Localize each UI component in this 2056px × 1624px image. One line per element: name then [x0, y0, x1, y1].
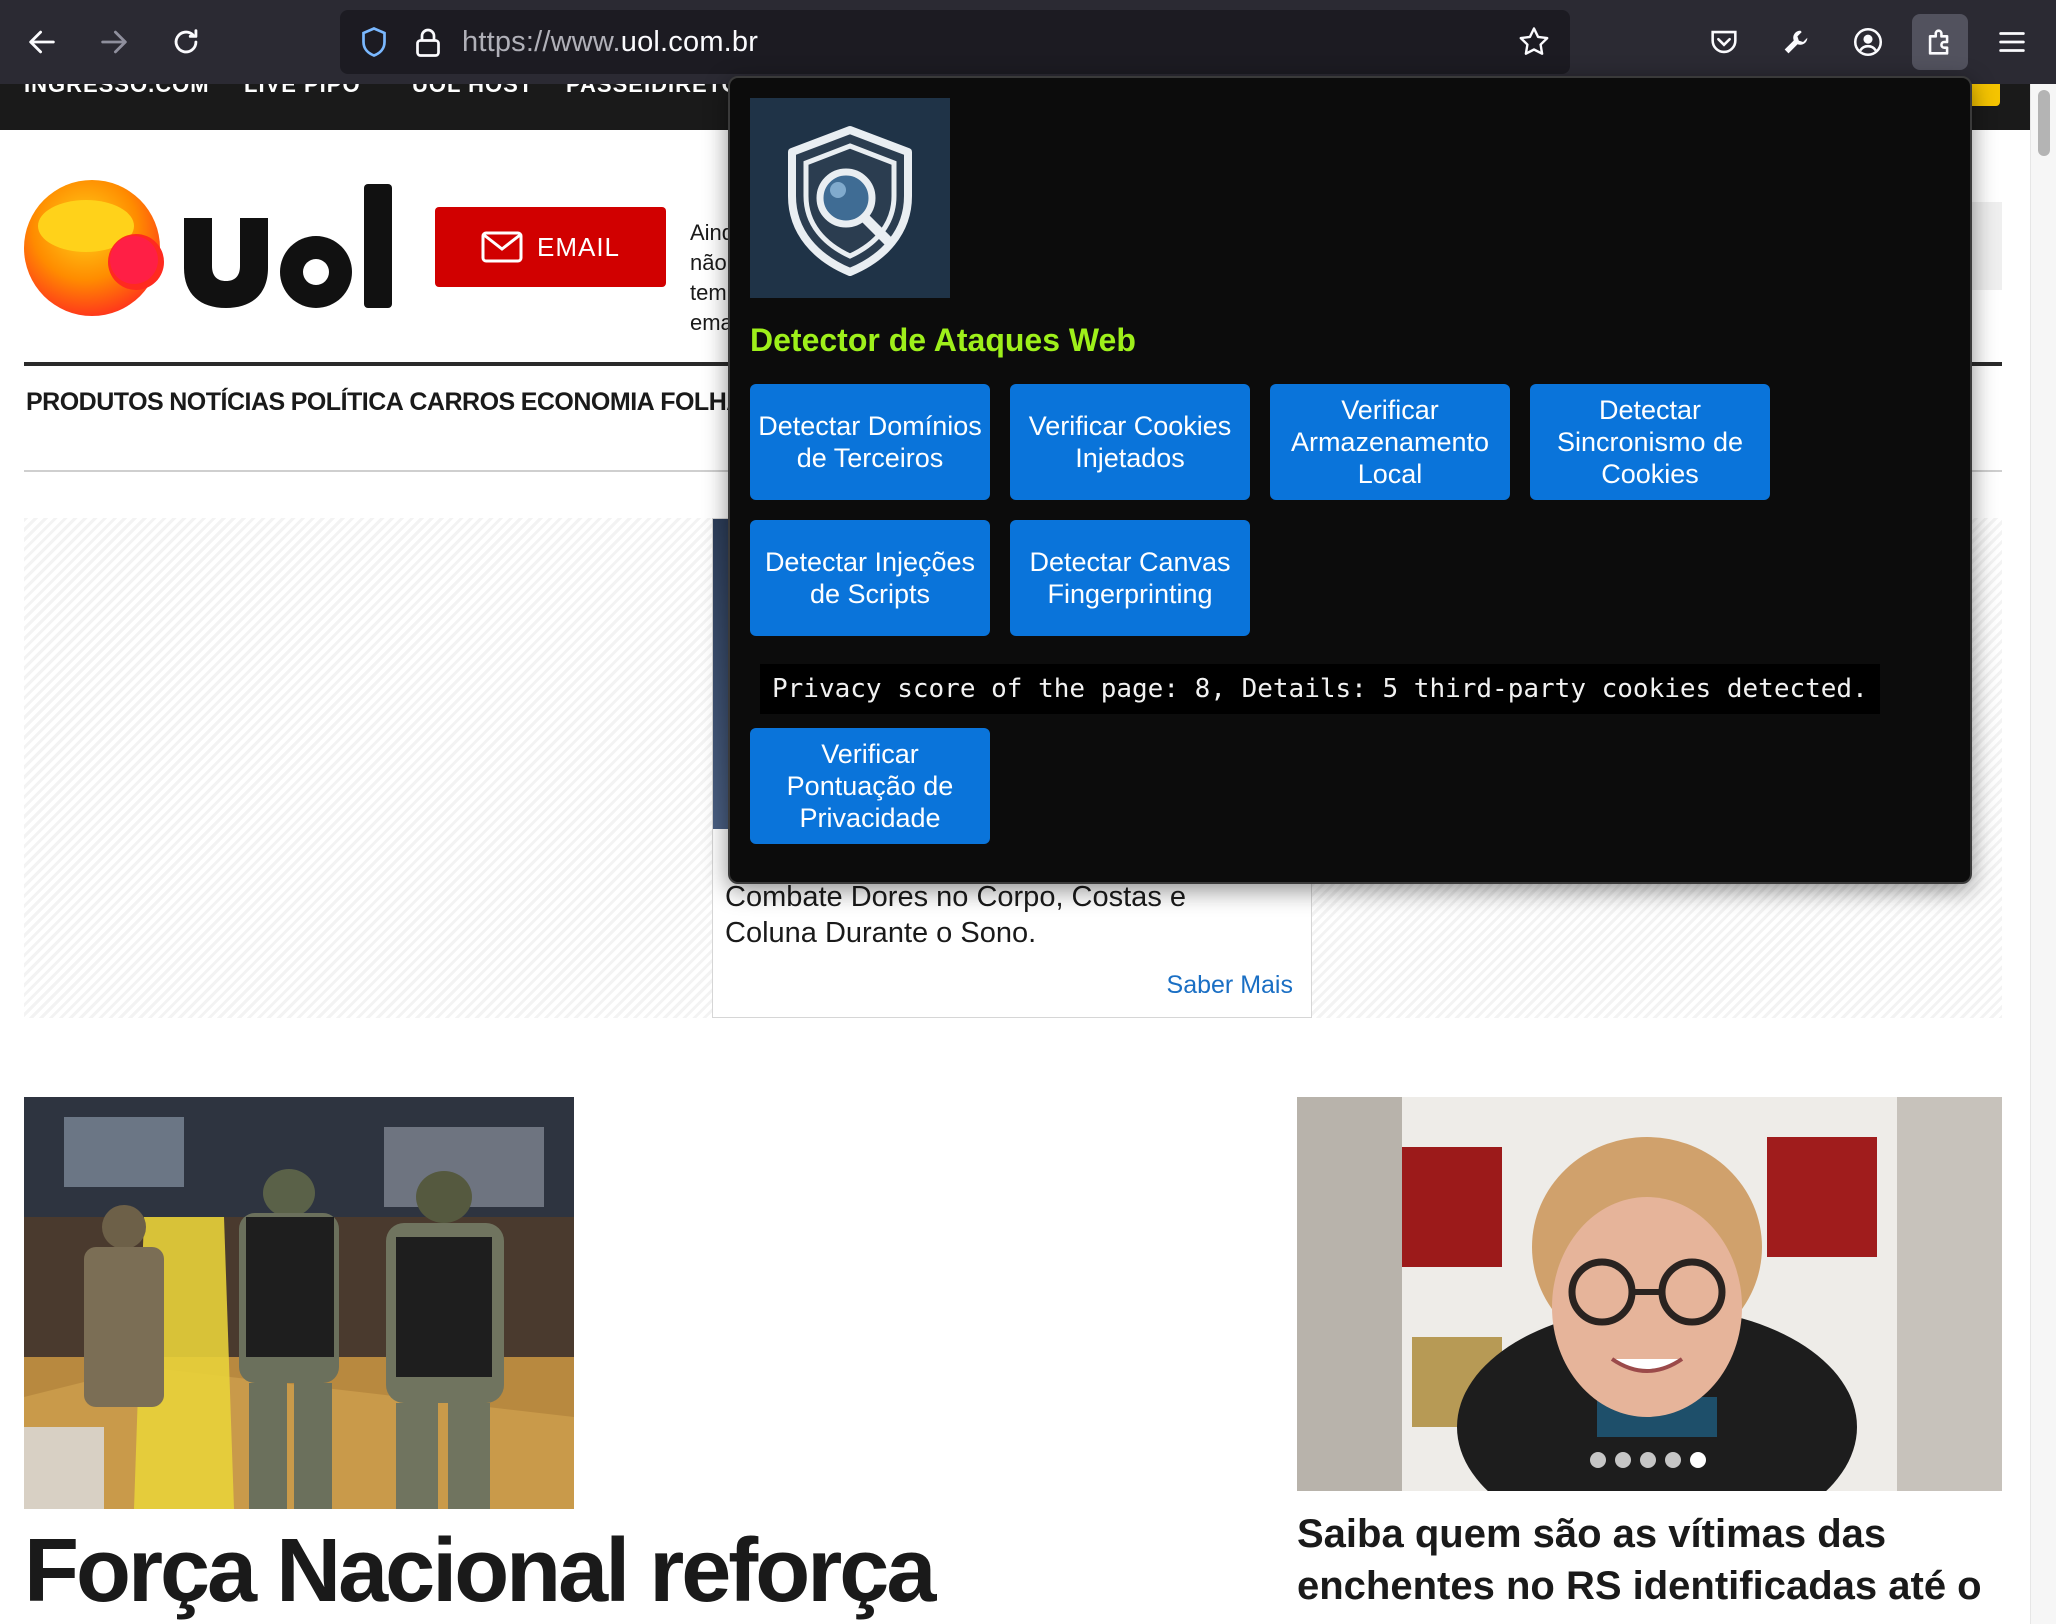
check-local-storage-button[interactable]: Verificar Armazenamento Local	[1270, 384, 1510, 500]
account-button[interactable]	[1840, 14, 1896, 70]
carousel-dots	[1590, 1452, 1706, 1468]
news-photo-victim[interactable]	[1297, 1097, 2002, 1491]
headline-main[interactable]: Força Nacional reforça	[24, 1520, 936, 1623]
wrench-icon	[1784, 30, 1808, 54]
address-bar[interactable]: https://www.uol.com.br	[340, 10, 1570, 74]
carousel-dot[interactable]	[1590, 1452, 1606, 1468]
page-scrollbar[interactable]	[2030, 84, 2056, 1624]
email-button[interactable]: EMAIL	[435, 207, 666, 287]
news-photo-force[interactable]	[24, 1097, 574, 1509]
puzzle-piece-icon	[1928, 29, 1949, 55]
carousel-dot[interactable]	[1615, 1452, 1631, 1468]
news-photo-illustration	[24, 1097, 574, 1509]
nav-item-noticias[interactable]: NOTÍCIAS	[169, 388, 285, 416]
bookmark-star-icon[interactable]	[1516, 24, 1552, 60]
reload-button[interactable]	[158, 14, 214, 70]
email-button-label: EMAIL	[536, 231, 621, 262]
nav-item-politica[interactable]: POLÍTICA	[291, 388, 404, 416]
partner-link[interactable]: INGRESSO.COM	[24, 84, 210, 98]
main-nav: PRODUTOS NOTÍCIAS POLÍTICA CARROS ECONOMIA FO…	[26, 388, 750, 417]
check-privacy-score-button[interactable]: Verificar Pontuação de Privacidade	[750, 728, 990, 844]
developer-tools-button[interactable]	[1768, 14, 1824, 70]
partner-link[interactable]: PASSEIDIRETO	[566, 84, 740, 98]
lock-icon[interactable]	[410, 24, 446, 60]
headline-secondary[interactable]: Saiba quem são as vítimas das enchentes …	[1297, 1508, 2002, 1612]
pocket-icon	[1711, 30, 1737, 54]
browser-toolbar: https://www.uol.com.br	[0, 0, 2056, 84]
reload-icon	[174, 29, 198, 54]
privacy-score-result: Privacy score of the page: 8, Details: 5…	[760, 664, 1880, 714]
shield-magnifier-icon	[750, 98, 950, 298]
ad-text-line: Combate Dores no Corpo, Costas e	[725, 881, 1186, 913]
ad-more-link[interactable]: Saber Mais	[1167, 971, 1293, 1000]
ad-text-line: Coluna Durante o Sono.	[725, 917, 1037, 949]
extensions-button[interactable]	[1912, 14, 1968, 70]
detect-canvas-fingerprinting-button[interactable]: Detectar Canvas Fingerprinting	[1010, 520, 1250, 636]
detect-third-party-domains-button[interactable]: Detectar Domínios de Terceiros	[750, 384, 990, 500]
carousel-dot-active[interactable]	[1690, 1452, 1706, 1468]
email-signup-text[interactable]: Ainda não tem email?	[690, 218, 730, 338]
news-photo-illustration	[1297, 1097, 2002, 1491]
partner-link[interactable]: LIVE PIPO	[244, 84, 361, 98]
carousel-dot[interactable]	[1665, 1452, 1681, 1468]
url-text[interactable]: https://www.uol.com.br	[462, 26, 758, 59]
nav-item-economia[interactable]: ECONOMIA	[521, 388, 655, 416]
uol-logo[interactable]	[24, 178, 404, 318]
nav-item-produtos[interactable]: PRODUTOS	[26, 388, 164, 416]
back-button[interactable]	[14, 14, 70, 70]
carousel-dot[interactable]	[1640, 1452, 1656, 1468]
app-menu-button[interactable]	[1984, 14, 2040, 70]
nav-item-carros[interactable]: CARROS	[409, 388, 515, 416]
popup-title: Detector de Ataques Web	[750, 322, 1136, 358]
detect-cookie-sync-button[interactable]: Detectar Sincronismo de Cookies	[1530, 384, 1770, 500]
arrow-left-icon	[29, 30, 55, 54]
url-domain: uol.com.br	[620, 26, 759, 58]
scrollbar-thumb[interactable]	[2038, 90, 2050, 156]
pocket-button[interactable]	[1696, 14, 1752, 70]
extension-popup: Detector de Ataques Web Detectar Domínio…	[728, 76, 1972, 884]
detect-script-injection-button[interactable]: Detectar Injeções de Scripts	[750, 520, 990, 636]
check-injected-cookies-button[interactable]: Verificar Cookies Injetados	[1010, 384, 1250, 500]
ad-text[interactable]: Combate Dores no Corpo, Costas e Coluna …	[725, 879, 1285, 951]
tracking-protection-shield-icon[interactable]	[356, 24, 392, 60]
partner-link[interactable]: UOL HOST	[412, 84, 533, 98]
arrow-right-icon	[101, 30, 127, 54]
hamburger-menu-icon	[1999, 32, 2025, 52]
url-prefix: https://www.	[462, 26, 621, 58]
forward-button[interactable]	[86, 14, 142, 70]
envelope-icon	[481, 231, 523, 263]
account-icon	[1853, 27, 1883, 57]
